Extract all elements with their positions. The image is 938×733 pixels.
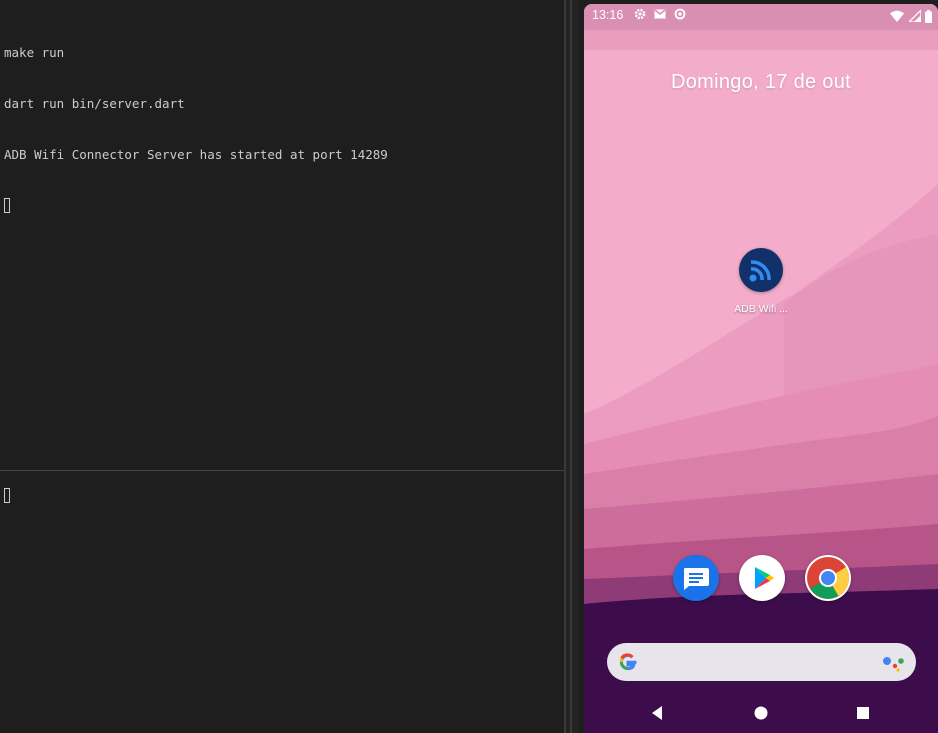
data-saver-icon	[674, 8, 686, 20]
terminal-pane-top[interactable]: make run dart run bin/server.dart ADB Wi…	[0, 0, 564, 470]
terminal-output: make run dart run bin/server.dart ADB Wi…	[4, 10, 388, 248]
terminal-cursor	[4, 488, 10, 503]
wallpaper	[584, 4, 938, 733]
settings-icon	[634, 8, 646, 20]
google-search-bar[interactable]	[607, 643, 916, 681]
terminal-prompt-line	[4, 197, 388, 214]
gmail-icon	[654, 9, 666, 19]
status-bar: 13:16	[584, 4, 938, 26]
messages-app-icon[interactable]	[673, 555, 719, 601]
terminal-cursor	[4, 198, 10, 213]
play-store-icon	[755, 567, 774, 589]
play-store-app-icon[interactable]	[739, 555, 785, 601]
terminal-line: make run	[4, 45, 65, 60]
wifi-icon	[890, 10, 905, 22]
assistant-icon[interactable]	[882, 654, 904, 672]
chrome-app-icon[interactable]	[805, 555, 851, 601]
terminal-window[interactable]: make run dart run bin/server.dart ADB Wi…	[0, 0, 564, 733]
signal-icon	[906, 8, 922, 23]
window-splitter[interactable]	[564, 0, 578, 733]
status-clock: 13:16	[592, 8, 624, 22]
date-widget[interactable]: Domingo, 17 de out	[584, 71, 938, 94]
wifi-signal-icon	[749, 260, 771, 282]
navigation-bar	[584, 693, 938, 733]
recent-apps-icon[interactable]	[852, 702, 874, 724]
battery-icon	[925, 10, 932, 23]
app-label[interactable]: ADB Wifi ...	[711, 303, 811, 315]
terminal-line: ADB Wifi Connector Server has started at…	[4, 147, 388, 162]
home-icon[interactable]	[750, 702, 772, 724]
android-emulator-screen[interactable]: 13:16 Domingo, 17 de out ADB Wifi ...	[584, 4, 938, 733]
messages-icon	[684, 568, 709, 590]
google-g-icon	[619, 653, 637, 671]
terminal-pane-bottom[interactable]	[0, 471, 564, 733]
back-icon[interactable]	[647, 702, 669, 724]
chrome-icon	[807, 557, 850, 599]
adb-wifi-app-icon[interactable]	[739, 248, 783, 292]
terminal-line: dart run bin/server.dart	[4, 96, 185, 111]
